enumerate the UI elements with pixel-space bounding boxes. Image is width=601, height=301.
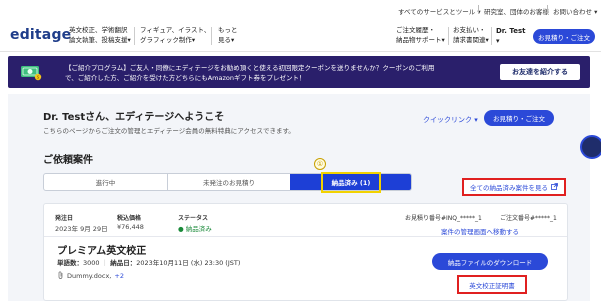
referral-banner: $ 【ご紹介プログラム】ご友人・同僚にエディテージをお勧め頂くと使える初回限定ク… (8, 56, 590, 88)
product-meta: 単語数：3000 ｜ 納品日：2023年10月11日 (水) 23:30 (JS… (57, 257, 240, 267)
org-customers-link[interactable]: 研究室、団体のお客様 (484, 6, 549, 16)
nav-order-history[interactable]: ご注文履歴・ 納品物サポート▾ (396, 25, 445, 45)
editage-logo[interactable]: editage (10, 27, 71, 43)
divider (44, 236, 567, 237)
paperclip-icon (57, 271, 64, 281)
header-quote-button[interactable]: お見積り・ご注文 (533, 29, 595, 44)
invite-friend-button[interactable]: お友達を紹介する (500, 64, 580, 80)
quick-links-menu[interactable]: クイックリンク ▾ (423, 115, 478, 125)
manage-order-link[interactable]: 案件の管理画面へ移動する (441, 226, 519, 236)
nav-label: グラフィック制作▾ (140, 36, 196, 44)
divider (478, 5, 479, 14)
order-date-label: 発注日 (55, 215, 74, 222)
product-title: プレミアム英文校正 (57, 246, 147, 257)
user-menu[interactable]: Dr. Test ▾ (496, 26, 525, 46)
contact-menu[interactable]: お問い合わせ ▾ (553, 6, 597, 16)
certificate-button[interactable]: 英文校正証明書 (457, 275, 527, 294)
nav-label: ご注文履歴・ (396, 26, 435, 34)
file-list: Dummy.docx, +2 (57, 271, 124, 281)
nav-label: 見る▾ (218, 36, 235, 44)
tab-unordered-quotes[interactable]: 未発注のお見積り (168, 174, 290, 190)
view-all-label: 全ての納品済み案件を見る (470, 184, 548, 192)
welcome-title: Dr. Testさん、エディテージへようこそ (43, 112, 225, 123)
nav-editing-services[interactable]: 英文校正、学術翻訳 論文執筆、投稿支援▾ (69, 25, 131, 45)
svg-text:$: $ (37, 75, 40, 80)
nav-label: もっと (218, 26, 238, 34)
utility-bar: すべてのサービスとツール ▾ 研究室、団体のお客様 お問い合わせ ▾ (0, 0, 601, 20)
section-title: ご依頼案件 (43, 155, 93, 166)
divider (211, 27, 212, 45)
chevron-down-icon: ▾ (496, 37, 500, 45)
side-chat-icon[interactable] (580, 135, 601, 159)
more-files-link[interactable]: +2 (114, 272, 124, 280)
quote-order-button[interactable]: お見積り・ご注文 (484, 110, 554, 126)
price-label: 税込価格 (117, 215, 142, 222)
divider (547, 5, 548, 14)
welcome-subtitle: こちらのページからご注文の管理とエディテージ会員の無料特典にアクセスできます。 (43, 127, 295, 135)
tab-in-progress[interactable]: 進行中 (44, 174, 167, 190)
nav-more[interactable]: もっと 見る▾ (218, 25, 238, 45)
quote-number: お見積り番号#INQ_*****_1 (405, 215, 482, 222)
nav-label: 納品物サポート▾ (396, 36, 445, 44)
referral-text: 【ご紹介プログラム】ご友人・同僚にエディテージをお勧め頂くと使える初回限定クーポ… (65, 64, 435, 82)
all-services-menu[interactable]: すべてのサービスとツール ▾ (398, 6, 481, 16)
nav-billing[interactable]: お支払い・ 請求書関連▾ (453, 25, 489, 45)
nav-label: フィギュア、イラスト、 (140, 26, 211, 34)
money-icon: $ (20, 62, 42, 82)
main-header: editage 英文校正、学術翻訳 論文執筆、投稿支援▾ フィギュア、イラスト、… (0, 20, 601, 52)
status-label: ステータス (178, 215, 209, 222)
step-marker: ① (314, 158, 326, 170)
price-value: ¥76,448 (117, 223, 144, 231)
order-date: 2023年 9月 29日 (55, 225, 108, 233)
word-count-label: 単語数： (57, 259, 83, 267)
nav-figures[interactable]: フィギュア、イラスト、 グラフィック制作▾ (140, 25, 210, 45)
divider: ｜ (101, 259, 109, 267)
delivery-label: 納品日： (110, 259, 137, 267)
divider (448, 27, 449, 45)
file-name[interactable]: Dummy.docx, (67, 272, 111, 280)
nav-label: 英文校正、学術翻訳 (69, 26, 128, 34)
highlight-box (321, 172, 381, 193)
view-all-delivered-link[interactable]: 全ての納品済み案件を見る (462, 178, 566, 196)
download-files-button[interactable]: 納品ファイルのダウンロード (432, 253, 548, 270)
external-link-icon (551, 182, 558, 192)
divider (491, 27, 492, 45)
word-count: 3000 (83, 259, 100, 267)
delivery-date: 2023年10月11日 (水) 23:30 (JST) (136, 259, 241, 267)
user-name: Dr. Test (496, 27, 526, 35)
nav-label: 論文執筆、投稿支援▾ (69, 36, 131, 44)
nav-label: お支払い・ (453, 26, 486, 34)
status-badge: ● 納品済み (178, 225, 212, 233)
nav-label: 請求書関連▾ (453, 36, 489, 44)
order-number: ご注文番号#*****_1 (500, 215, 557, 222)
divider (134, 27, 135, 45)
